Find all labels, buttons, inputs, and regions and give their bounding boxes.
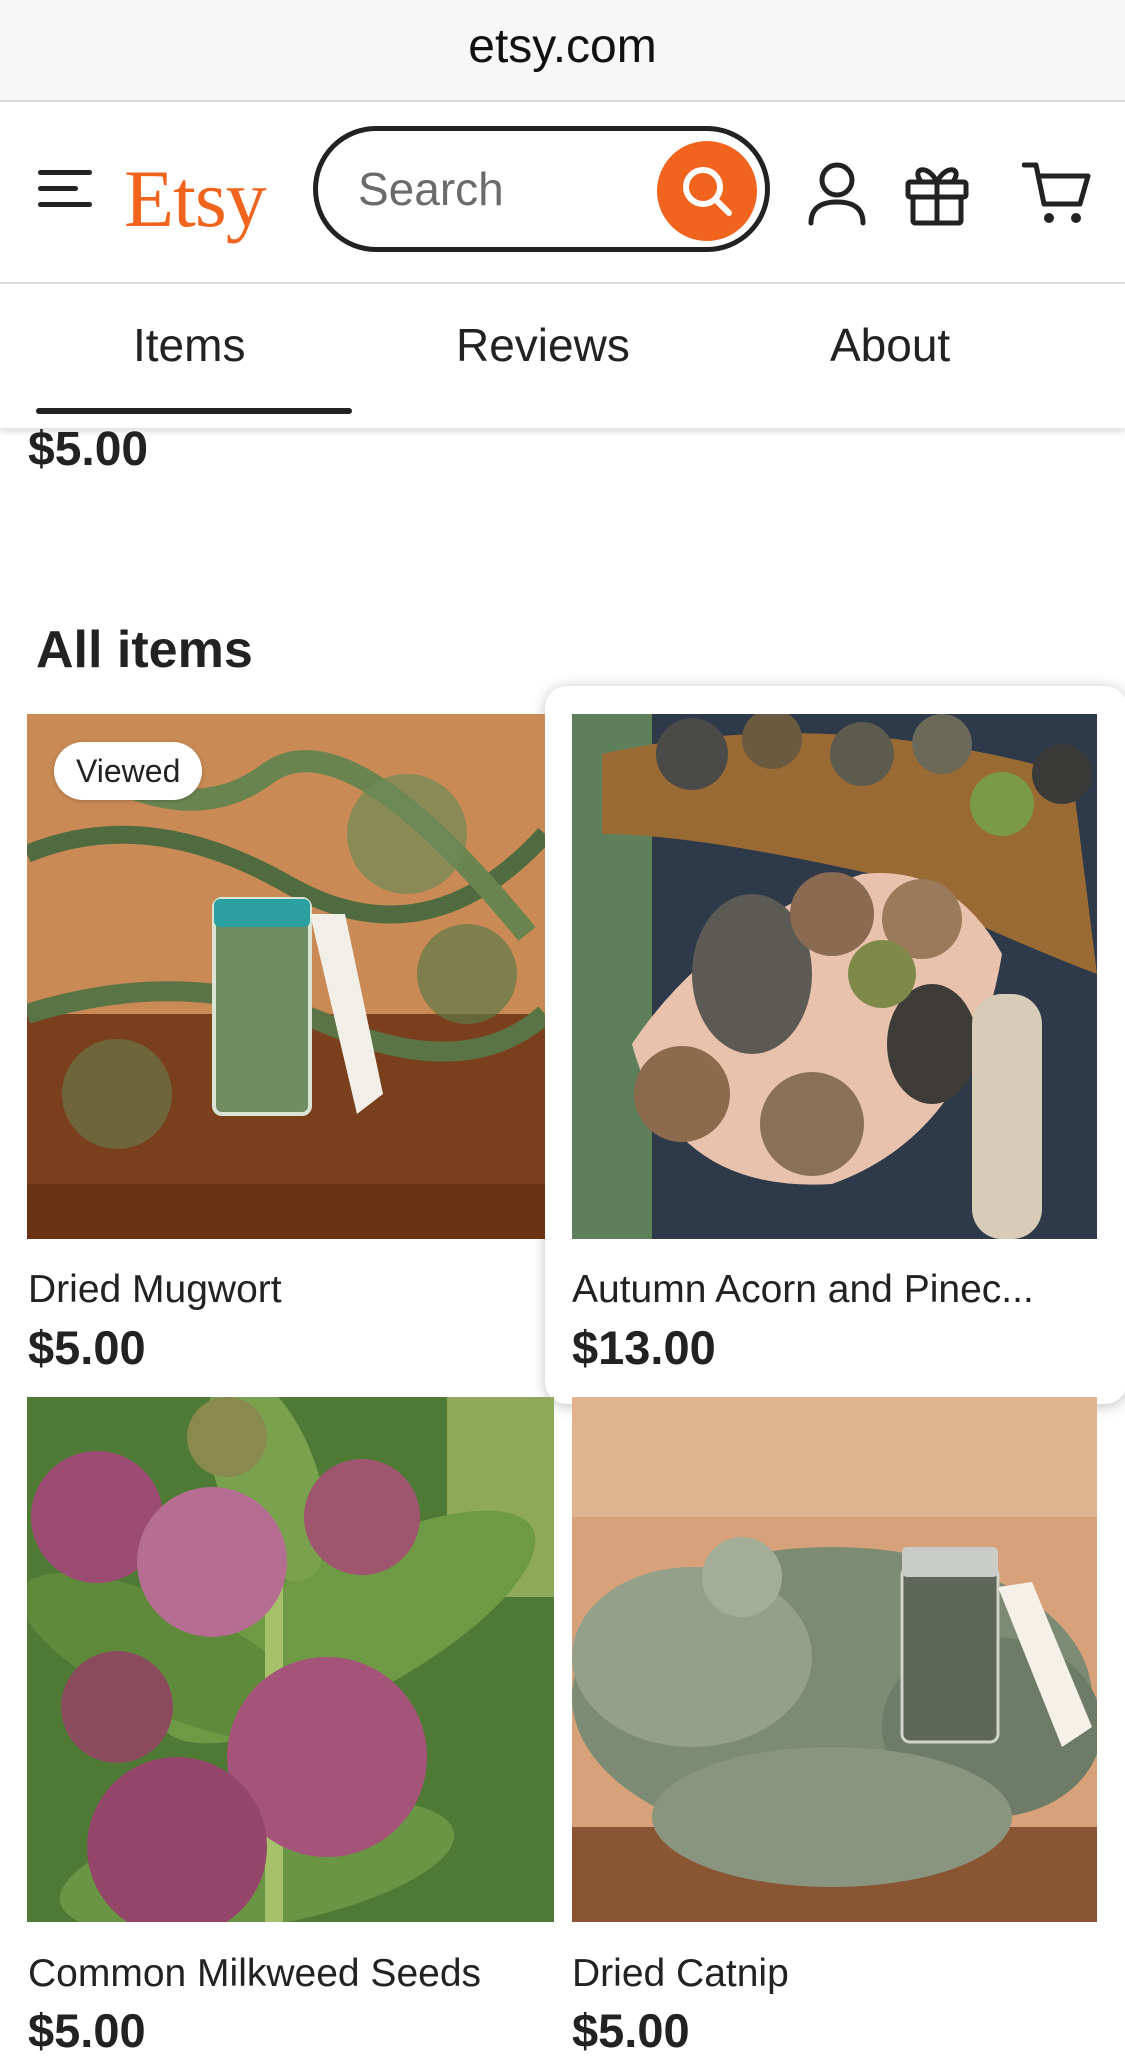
etsy-logo[interactable]: Etsy — [124, 152, 267, 246]
previous-item-price: $5.00 — [28, 423, 149, 476]
tab-reviews[interactable]: Reviews — [456, 318, 630, 372]
browser-url-bar[interactable]: etsy.com — [0, 0, 1125, 102]
product-title[interactable]: Dried Mugwort — [28, 1268, 282, 1312]
search-input[interactable] — [356, 157, 660, 221]
product-title[interactable]: Autumn Acorn and Pinec... — [572, 1268, 1034, 1312]
shopping-cart-icon[interactable] — [1022, 160, 1092, 226]
tab-items[interactable]: Items — [133, 318, 245, 372]
section-title: All items — [36, 621, 253, 679]
product-price: $5.00 — [28, 2004, 146, 2057]
product-image[interactable] — [572, 714, 1097, 1239]
active-tab-indicator — [36, 408, 352, 414]
search-bar[interactable] — [313, 126, 770, 252]
search-button[interactable] — [657, 141, 757, 241]
shop-tabs: Items Reviews About — [0, 284, 1125, 428]
product-price: $5.00 — [28, 1321, 146, 1374]
search-icon — [683, 167, 732, 216]
gift-icon[interactable] — [904, 160, 970, 226]
tab-about[interactable]: About — [830, 318, 950, 372]
viewed-badge: Viewed — [54, 742, 203, 800]
user-account-icon[interactable] — [806, 160, 868, 226]
product-title[interactable]: Common Milkweed Seeds — [28, 1952, 481, 1996]
product-image[interactable] — [27, 1397, 554, 1922]
product-title[interactable]: Dried Catnip — [572, 1952, 789, 1996]
url-text: etsy.com — [468, 19, 657, 73]
product-price: $5.00 — [572, 2004, 690, 2057]
product-price: $13.00 — [572, 1321, 716, 1374]
product-image[interactable] — [572, 1397, 1097, 1922]
top-nav-bar: Etsy — [0, 102, 1125, 284]
hamburger-menu-icon[interactable] — [36, 164, 96, 214]
